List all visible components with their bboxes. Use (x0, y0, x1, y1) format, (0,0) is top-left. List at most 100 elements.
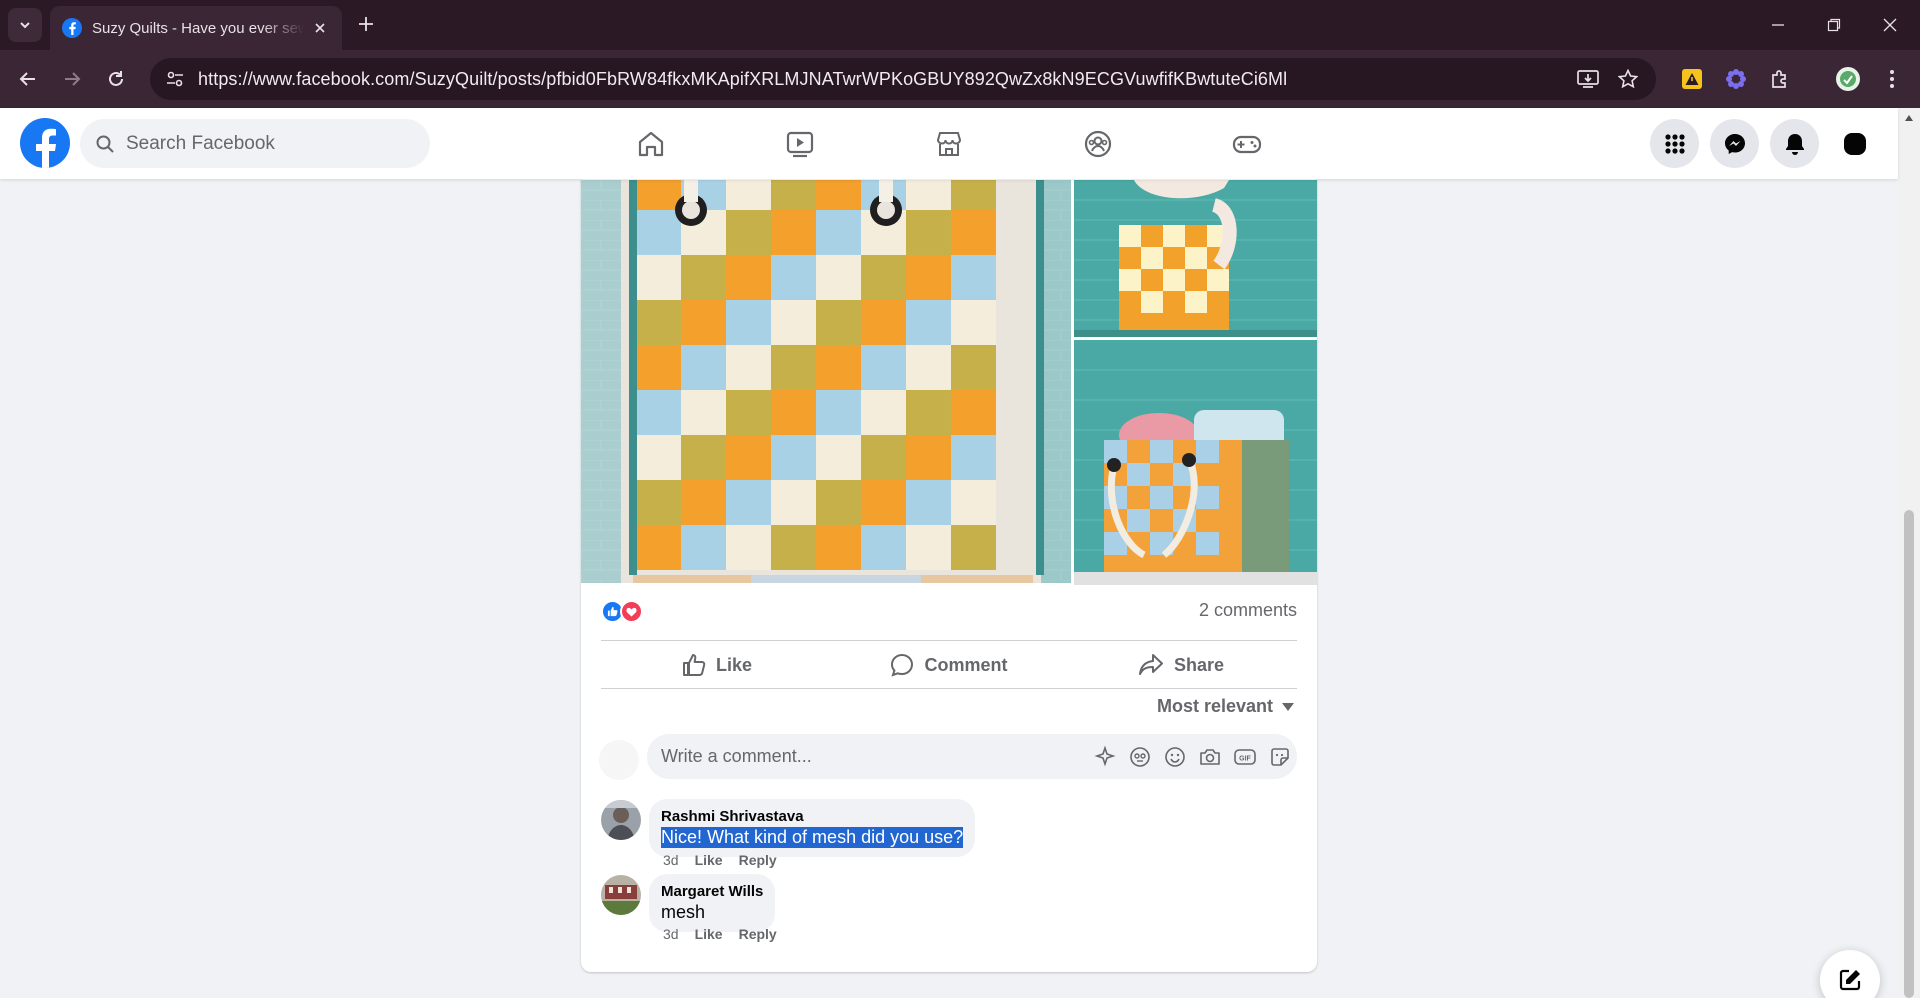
reload-icon (109, 71, 123, 86)
minimize-icon (1772, 24, 1784, 26)
new-message-button[interactable] (1820, 950, 1880, 998)
browser-menu-button[interactable] (1876, 63, 1908, 95)
facebook-favicon-icon (62, 18, 82, 38)
restore-icon (1827, 18, 1841, 32)
restore-button[interactable] (1806, 0, 1862, 50)
post-photo-side-1[interactable] (1074, 180, 1317, 337)
flower-extension-icon (1726, 69, 1746, 89)
sparkle-icon[interactable] (1087, 739, 1122, 774)
messenger-button[interactable] (1710, 119, 1759, 168)
post-photo-side-2[interactable] (1074, 340, 1317, 585)
forward-button[interactable] (56, 63, 88, 95)
caret-down-icon (1282, 702, 1294, 711)
share-button[interactable]: Share (1065, 642, 1297, 688)
scroll-up-arrow-icon[interactable] (1903, 112, 1915, 124)
chevron-down-icon (20, 22, 30, 29)
install-app-button[interactable] (1568, 59, 1608, 99)
like-label: Like (715, 654, 753, 675)
comment-bubble: Rashmi Shrivastava Nice! What kind of me… (649, 799, 976, 857)
nav-gaming[interactable] (1224, 121, 1270, 167)
comment-bubble-icon (891, 653, 914, 677)
like-button[interactable]: Like (601, 642, 833, 688)
comment-time[interactable]: 3d (663, 852, 679, 868)
comment-reply-link[interactable]: Reply (739, 852, 777, 868)
emoji-icon[interactable] (1157, 739, 1192, 774)
comment-like-link[interactable]: Like (695, 926, 723, 942)
comment-author[interactable]: Rashmi Shrivastava (661, 808, 963, 825)
avatar-sticker-icon[interactable] (1122, 739, 1157, 774)
marketplace-icon (936, 132, 962, 156)
post-card: 2 comments Like Comment Share Most relev… (581, 150, 1317, 972)
post-photo-main[interactable] (581, 180, 1071, 583)
address-bar[interactable]: https://www.facebook.com/SuzyQuilt/posts… (150, 58, 1656, 100)
search-icon (96, 135, 114, 153)
nav-video[interactable] (777, 121, 823, 167)
page-scrollbar-thumb[interactable] (1904, 510, 1914, 998)
tab-title: Suzy Quilts - Have you ever sewn (92, 19, 304, 37)
home-icon (638, 131, 664, 157)
comment-meta: 3d Like Reply (663, 926, 777, 942)
comment-bubble: Margaret Wills mesh (649, 874, 776, 932)
extensions-button[interactable] (1764, 63, 1796, 95)
share-label: Share (1173, 654, 1225, 675)
extension-flower-button[interactable] (1720, 63, 1752, 95)
reload-button[interactable] (100, 63, 132, 95)
comment-author[interactable]: Margaret Wills (661, 883, 763, 900)
svg-text:GIF: GIF (1239, 755, 1251, 762)
comment-composer[interactable]: Write a comment... GIF (647, 734, 1297, 779)
arrow-right-icon (65, 72, 81, 86)
sticker-icon[interactable] (1262, 739, 1297, 774)
notifications-button[interactable] (1770, 119, 1819, 168)
tab-search-button[interactable] (8, 8, 42, 42)
new-tab-button[interactable] (352, 10, 380, 38)
camera-icon[interactable] (1192, 739, 1227, 774)
nav-marketplace[interactable] (926, 121, 972, 167)
plus-icon (359, 17, 373, 31)
groups-icon (1084, 130, 1112, 158)
extension-warning-button[interactable] (1676, 63, 1708, 95)
browser-tab-active[interactable]: Suzy Quilts - Have you ever sewn (50, 6, 342, 50)
nav-groups[interactable] (1075, 121, 1121, 167)
current-user-avatar[interactable] (599, 740, 639, 780)
url-text: https://www.facebook.com/SuzyQuilt/posts… (198, 68, 1288, 89)
nav-home[interactable] (628, 121, 674, 167)
video-icon (786, 131, 814, 158)
compose-icon (1839, 969, 1861, 991)
facebook-logo-icon[interactable] (20, 118, 70, 168)
account-avatar-icon (1843, 132, 1866, 155)
minimize-button[interactable] (1750, 0, 1806, 50)
gaming-icon (1232, 135, 1262, 154)
commenter-avatar[interactable] (601, 800, 641, 840)
comment-button[interactable]: Comment (833, 642, 1065, 688)
commenter-avatar[interactable] (601, 875, 641, 915)
close-window-button[interactable] (1862, 0, 1918, 50)
gif-icon[interactable]: GIF (1227, 739, 1262, 774)
account-button[interactable] (1830, 119, 1879, 168)
divider (601, 688, 1297, 689)
install-app-icon (1577, 70, 1599, 88)
search-placeholder: Search Facebook (126, 132, 275, 154)
bookmark-button[interactable] (1608, 59, 1648, 99)
reaction-summary[interactable] (601, 600, 643, 624)
love-reaction-icon (620, 600, 643, 623)
arrow-left-icon (19, 72, 35, 86)
close-tab-icon[interactable] (310, 18, 330, 38)
warning-extension-icon (1682, 69, 1702, 89)
comment-sort-dropdown[interactable]: Most relevant (1157, 696, 1295, 717)
profile-button[interactable] (1832, 63, 1864, 95)
comments-count[interactable]: 2 comments (1199, 600, 1297, 621)
comment-time[interactable]: 3d (663, 926, 679, 942)
comment-input[interactable]: Write a comment... (661, 746, 1087, 767)
comment-like-link[interactable]: Like (695, 852, 723, 868)
sort-label: Most relevant (1156, 696, 1273, 716)
menu-button[interactable] (1650, 119, 1699, 168)
comment-text: Nice! What kind of mesh did you use? (661, 827, 964, 848)
browser-toolbar: https://www.facebook.com/SuzyQuilt/posts… (0, 50, 1920, 108)
site-settings-icon[interactable] (166, 70, 184, 88)
facebook-search-input[interactable]: Search Facebook (80, 119, 430, 168)
comment-meta: 3d Like Reply (663, 852, 777, 868)
comment-reply-link[interactable]: Reply (739, 926, 777, 942)
back-button[interactable] (12, 63, 44, 95)
facebook-header: Search Facebook (0, 108, 1898, 179)
close-icon (1883, 18, 1897, 32)
